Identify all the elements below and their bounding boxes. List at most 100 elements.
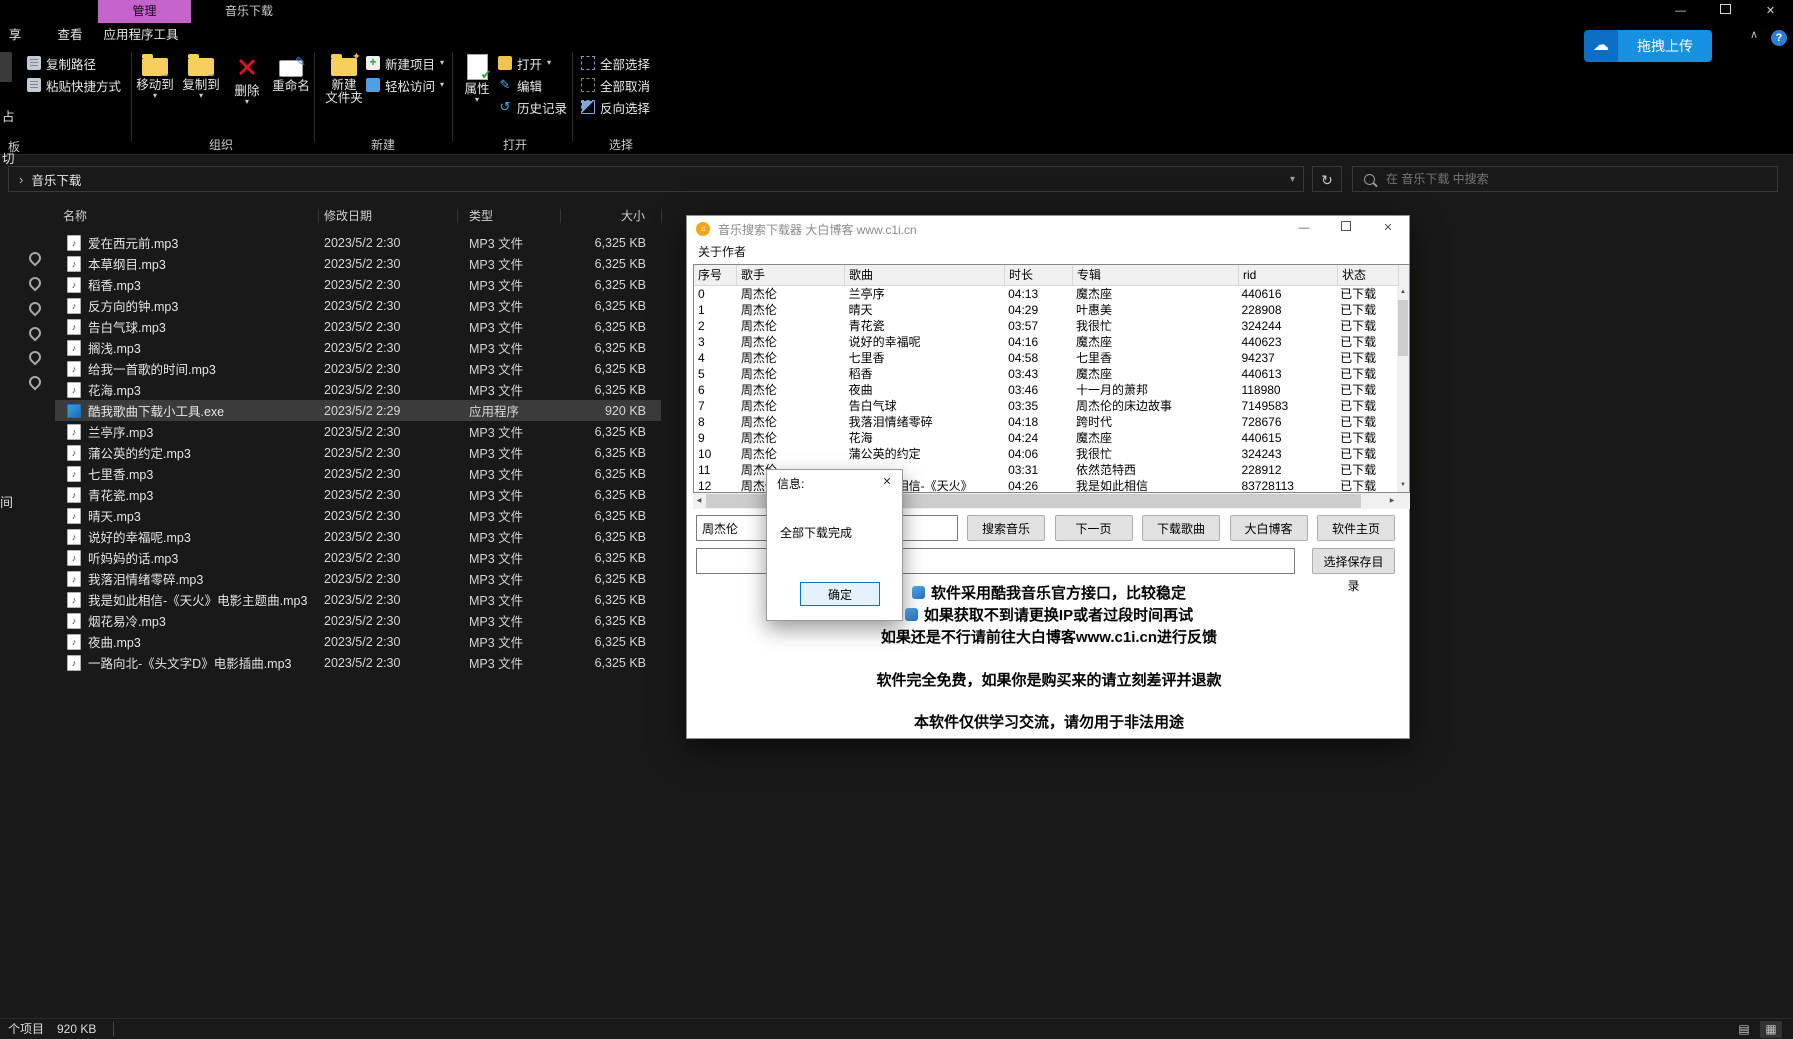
col-album[interactable]: 专辑 bbox=[1073, 265, 1239, 286]
details-view-icon[interactable]: ▤ bbox=[1733, 1021, 1755, 1038]
file-row[interactable]: ♪ 青花瓷.mp3 2023/5/2 2:30 MP3 文件 6,325 KB bbox=[55, 484, 661, 505]
file-row[interactable]: ♪ 搁浅.mp3 2023/5/2 2:30 MP3 文件 6,325 KB bbox=[55, 337, 661, 358]
file-row[interactable]: ♪ 听妈妈的话.mp3 2023/5/2 2:30 MP3 文件 6,325 K… bbox=[55, 547, 661, 568]
rename-button[interactable]: ✎ 重命名 bbox=[268, 52, 314, 116]
column-header-date[interactable]: 修改日期 bbox=[324, 204, 372, 228]
column-divider[interactable] bbox=[318, 209, 319, 223]
download-song-button[interactable]: 下载歌曲 bbox=[1142, 515, 1220, 541]
song-row[interactable]: 7 周杰伦 告白气球 03:35 周杰伦的床边故事 7149583 已下载 bbox=[694, 398, 1397, 414]
refresh-button[interactable]: ↻ bbox=[1312, 166, 1342, 192]
file-row[interactable]: ♪ 酷我歌曲下载小工具.exe 2023/5/2 2:29 应用程序 920 K… bbox=[55, 400, 661, 421]
file-row[interactable]: ♪ 我是如此相信-《天火》电影主题曲.mp3 2023/5/2 2:30 MP3… bbox=[55, 589, 661, 610]
dialog-ok-button[interactable]: 确定 bbox=[800, 582, 880, 606]
col-duration[interactable]: 时长 bbox=[1005, 265, 1073, 286]
column-divider[interactable] bbox=[661, 209, 662, 223]
file-row[interactable]: ♪ 一路向北-《头文字D》电影插曲.mp3 2023/5/2 2:30 MP3 … bbox=[55, 652, 661, 673]
song-row[interactable]: 4 周杰伦 七里香 04:58 七里香 94237 已下载 bbox=[694, 350, 1397, 366]
minimize-icon[interactable]: — bbox=[1658, 0, 1703, 23]
homepage-button[interactable]: 软件主页 bbox=[1317, 515, 1395, 541]
file-row[interactable]: ♪ 给我一首歌的时间.mp3 2023/5/2 2:30 MP3 文件 6,32… bbox=[55, 358, 661, 379]
search-input[interactable] bbox=[1384, 171, 1748, 187]
dialog-close-icon[interactable]: ✕ bbox=[872, 470, 902, 496]
song-row[interactable]: 6 周杰伦 夜曲 03:46 十一月的萧邦 118980 已下载 bbox=[694, 382, 1397, 398]
file-row[interactable]: ♪ 七里香.mp3 2023/5/2 2:30 MP3 文件 6,325 KB bbox=[55, 463, 661, 484]
song-row[interactable]: 5 周杰伦 稻香 03:43 魔杰座 440613 已下载 bbox=[694, 366, 1397, 382]
history-button[interactable]: ↺ 历史记录 bbox=[498, 98, 567, 116]
new-item-button[interactable]: 新建项目 ▾ bbox=[366, 54, 444, 72]
file-row[interactable]: ♪ 说好的幸福呢.mp3 2023/5/2 2:30 MP3 文件 6,325 … bbox=[55, 526, 661, 547]
scroll-right-icon[interactable]: ▶ bbox=[1386, 493, 1398, 509]
song-row[interactable]: 1 周杰伦 晴天 04:29 叶惠美 228908 已下载 bbox=[694, 302, 1397, 318]
column-divider[interactable] bbox=[457, 209, 458, 223]
song-row[interactable]: 2 周杰伦 青花瓷 03:57 我很忙 324244 已下载 bbox=[694, 318, 1397, 334]
column-header-type[interactable]: 类型 bbox=[469, 204, 493, 228]
tab-view[interactable]: 查看 bbox=[42, 23, 98, 48]
select-none-button[interactable]: 全部取消 bbox=[581, 76, 650, 94]
edit-button[interactable]: ✎ 编辑 bbox=[498, 76, 542, 94]
drag-upload-button[interactable]: ☁ 拖拽上传 bbox=[1584, 30, 1712, 62]
column-header-name[interactable]: 名称 bbox=[63, 204, 87, 228]
vertical-scrollbar[interactable]: ▲ ▼ bbox=[1397, 286, 1409, 492]
file-row[interactable]: ♪ 花海.mp3 2023/5/2 2:30 MP3 文件 6,325 KB bbox=[55, 379, 661, 400]
tab-app-tools[interactable]: 应用程序工具 bbox=[100, 23, 182, 48]
song-row[interactable]: 0 周杰伦 兰亭序 04:13 魔杰座 440616 已下载 bbox=[694, 286, 1397, 302]
column-header-size[interactable]: 大小 bbox=[560, 204, 645, 228]
scroll-up-icon[interactable]: ▲ bbox=[1397, 286, 1409, 299]
file-row[interactable]: ♪ 告白气球.mp3 2023/5/2 2:30 MP3 文件 6,325 KB bbox=[55, 316, 661, 337]
col-index[interactable]: 序号 bbox=[694, 265, 737, 286]
maximize-icon[interactable] bbox=[1703, 0, 1748, 23]
file-row[interactable]: ♪ 夜曲.mp3 2023/5/2 2:30 MP3 文件 6,325 KB bbox=[55, 631, 661, 652]
search-box[interactable] bbox=[1352, 166, 1778, 192]
file-row[interactable]: ♪ 兰亭序.mp3 2023/5/2 2:30 MP3 文件 6,325 KB bbox=[55, 421, 661, 442]
scrollbar-thumb[interactable] bbox=[1398, 300, 1408, 356]
copy-path-icon bbox=[27, 56, 41, 70]
breadcrumb[interactable]: 音乐下载 bbox=[31, 170, 81, 189]
file-row[interactable]: ♪ 蒲公英的约定.mp3 2023/5/2 2:30 MP3 文件 6,325 … bbox=[55, 442, 661, 463]
menu-about-author[interactable]: 关于作者 bbox=[698, 245, 746, 259]
select-all-button[interactable]: 全部选择 bbox=[581, 54, 650, 72]
blog-button[interactable]: 大白博客 bbox=[1230, 515, 1308, 541]
col-rid[interactable]: rid bbox=[1239, 265, 1338, 286]
song-row[interactable]: 10 周杰伦 蒲公英的约定 04:06 我很忙 324243 已下载 bbox=[694, 446, 1397, 462]
scroll-down-icon[interactable]: ▼ bbox=[1397, 479, 1409, 492]
thumbnail-view-icon[interactable]: ▦ bbox=[1760, 1021, 1782, 1038]
next-page-button[interactable]: 下一页 bbox=[1055, 515, 1133, 541]
paste-shortcut-button[interactable]: 粘贴快捷方式 bbox=[27, 76, 121, 94]
properties-button[interactable]: ✔ 属性 ▾ bbox=[456, 52, 498, 116]
app-maximize-icon[interactable] bbox=[1325, 216, 1367, 242]
file-row[interactable]: ♪ 我落泪情绪零碎.mp3 2023/5/2 2:30 MP3 文件 6,325… bbox=[55, 568, 661, 589]
file-row[interactable]: ♪ 晴天.mp3 2023/5/2 2:30 MP3 文件 6,325 KB bbox=[55, 505, 661, 526]
new-folder-button[interactable]: ✦ 新建文件夹 bbox=[322, 52, 366, 116]
file-row[interactable]: ♪ 爱在西元前.mp3 2023/5/2 2:30 MP3 文件 6,325 K… bbox=[55, 232, 661, 253]
app-close-icon[interactable]: ✕ bbox=[1367, 216, 1409, 242]
col-artist[interactable]: 歌手 bbox=[737, 265, 845, 286]
move-to-button[interactable]: → 移动到 ▾ bbox=[132, 52, 178, 116]
invert-selection-button[interactable]: 反向选择 bbox=[581, 98, 650, 116]
delete-button[interactable]: ✕ 删除 ▾ bbox=[226, 52, 268, 116]
app-minimize-icon[interactable]: — bbox=[1283, 216, 1325, 242]
song-row[interactable]: 3 周杰伦 说好的幸福呢 04:16 魔杰座 440623 已下载 bbox=[694, 334, 1397, 350]
context-tab-manage[interactable]: 管理 bbox=[98, 0, 191, 23]
address-dropdown-icon[interactable]: ▾ bbox=[1290, 174, 1295, 185]
file-row[interactable]: ♪ 反方向的钟.mp3 2023/5/2 2:30 MP3 文件 6,325 K… bbox=[55, 295, 661, 316]
file-row[interactable]: ♪ 烟花易冷.mp3 2023/5/2 2:30 MP3 文件 6,325 KB bbox=[55, 610, 661, 631]
address-bar[interactable]: › 音乐下载 ▾ bbox=[8, 166, 1304, 192]
song-row[interactable]: 8 周杰伦 我落泪情绪零碎 04:18 跨时代 728676 已下载 bbox=[694, 414, 1397, 430]
collapse-ribbon-icon[interactable]: ∧ bbox=[1750, 28, 1758, 41]
search-music-button[interactable]: 搜索音乐 bbox=[967, 515, 1045, 541]
col-song[interactable]: 歌曲 bbox=[845, 265, 1005, 286]
file-row[interactable]: ♪ 稻香.mp3 2023/5/2 2:30 MP3 文件 6,325 KB bbox=[55, 274, 661, 295]
tab-share-partial[interactable]: 享 bbox=[2, 23, 28, 48]
file-row[interactable]: ♪ 本草纲目.mp3 2023/5/2 2:30 MP3 文件 6,325 KB bbox=[55, 253, 661, 274]
close-icon[interactable]: ✕ bbox=[1748, 0, 1793, 23]
copy-path-button[interactable]: 复制路径 bbox=[27, 54, 96, 72]
copy-to-button[interactable]: → 复制到 ▾ bbox=[178, 52, 224, 116]
scroll-left-icon[interactable]: ◀ bbox=[693, 493, 705, 509]
choose-save-dir-button[interactable]: 选择保存目录 bbox=[1312, 548, 1395, 574]
song-row[interactable]: 9 周杰伦 花海 04:24 魔杰座 440615 已下载 bbox=[694, 430, 1397, 446]
help-icon[interactable]: ? bbox=[1771, 30, 1787, 46]
column-divider[interactable] bbox=[560, 209, 561, 223]
open-button[interactable]: 打开 ▾ bbox=[498, 54, 551, 72]
easy-access-button[interactable]: 轻松访问 ▾ bbox=[366, 76, 444, 94]
col-status[interactable]: 状态 bbox=[1338, 265, 1399, 286]
